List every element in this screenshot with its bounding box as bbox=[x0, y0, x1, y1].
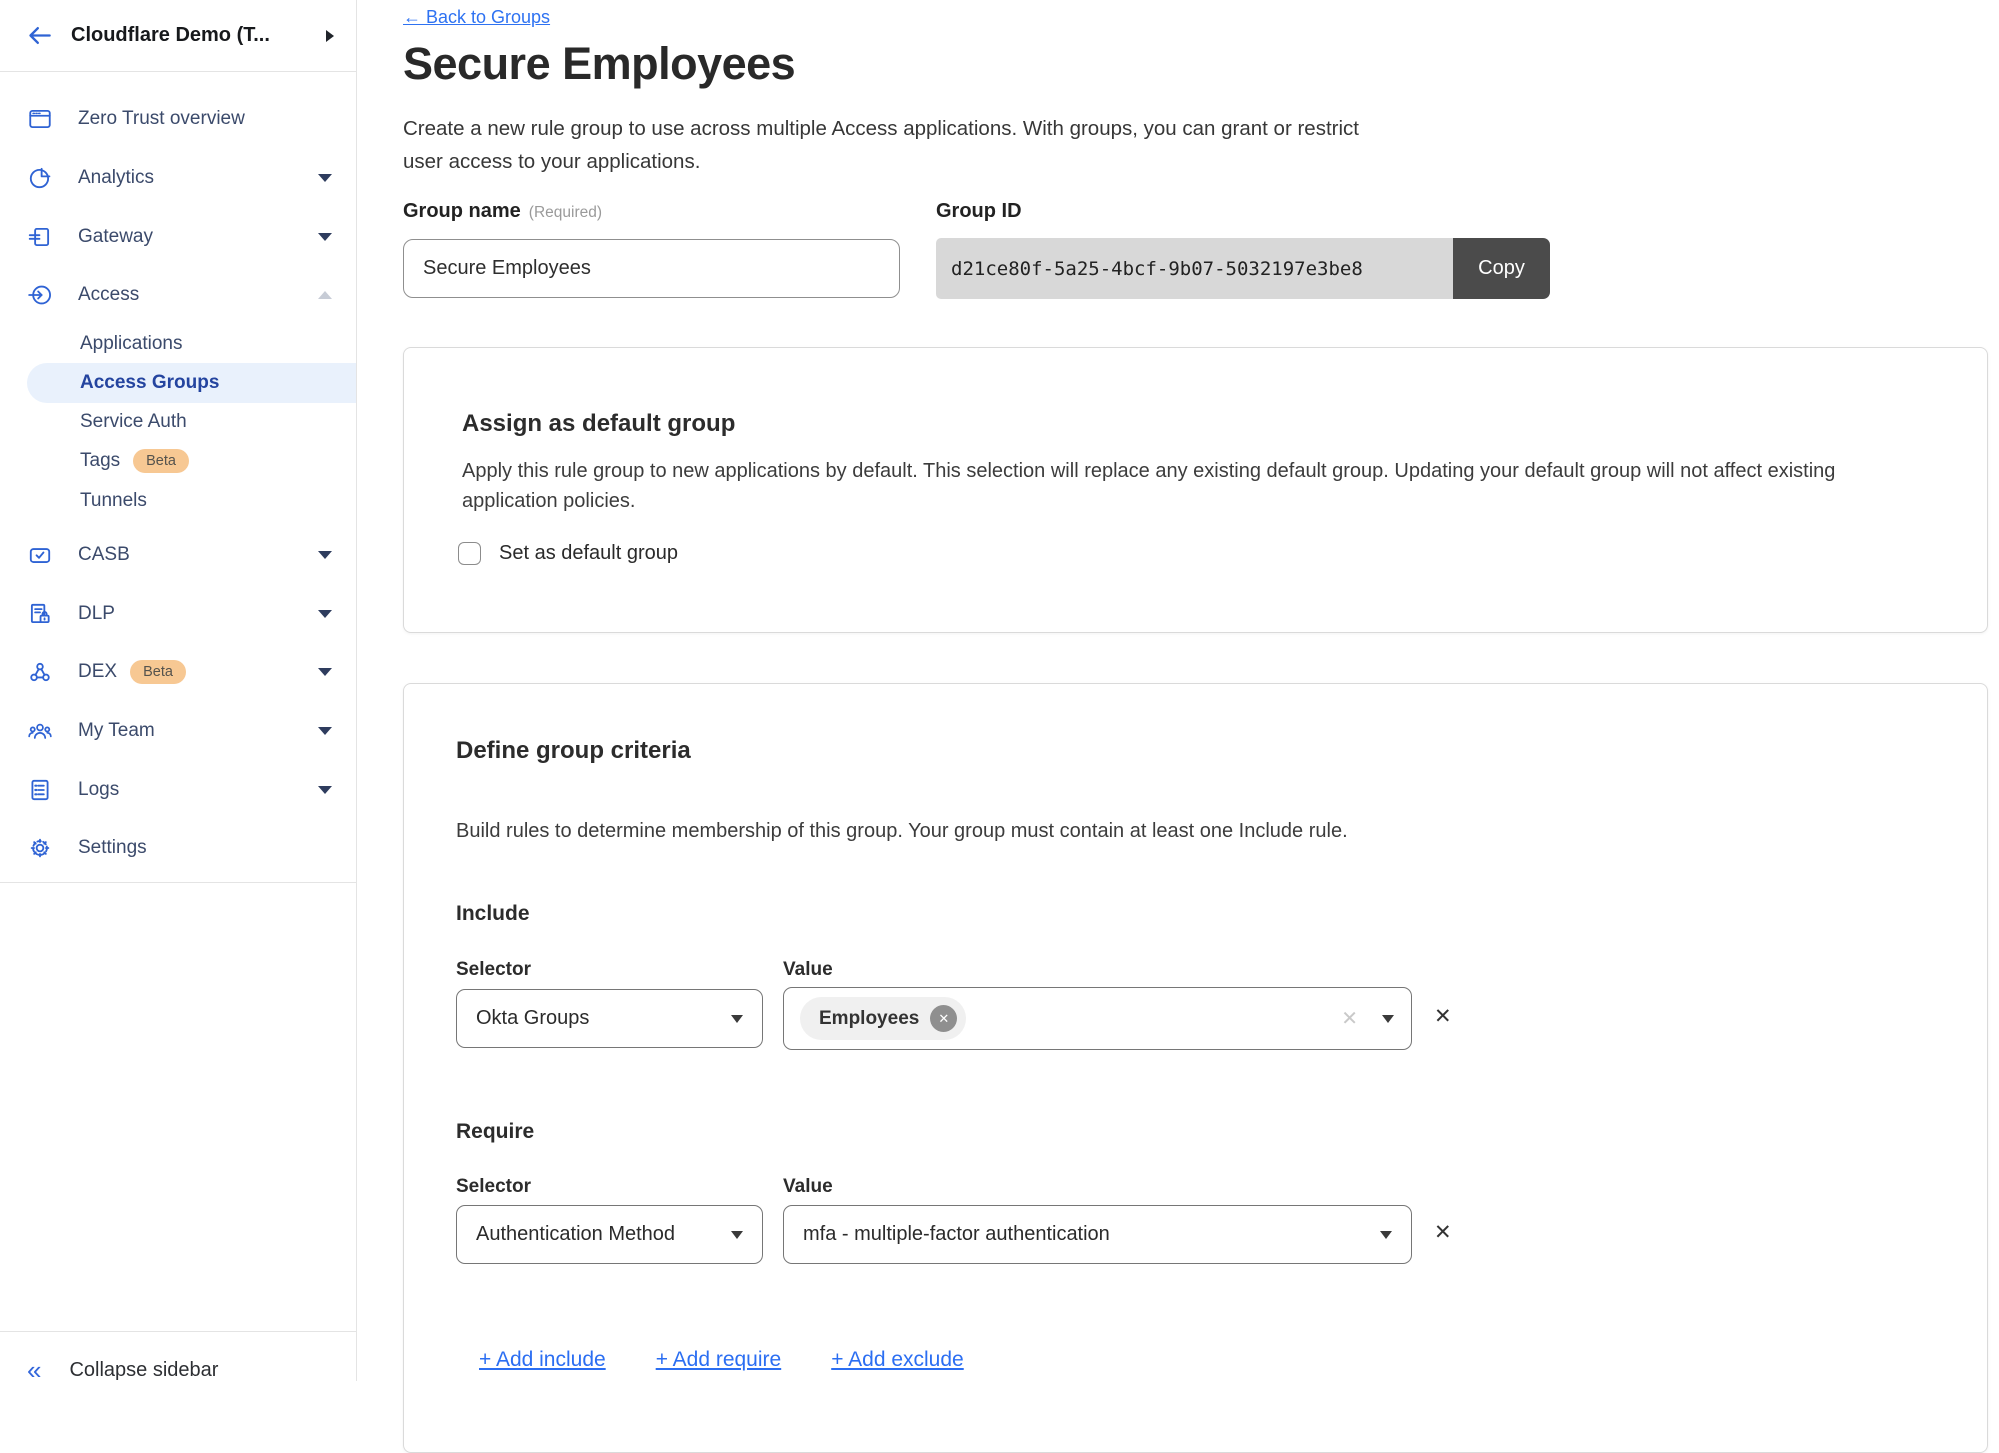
account-title: Cloudflare Demo (T... bbox=[71, 24, 308, 47]
caret-down-icon bbox=[731, 1015, 743, 1023]
sidebar-item-dlp[interactable]: DLP bbox=[0, 585, 356, 643]
window-icon bbox=[27, 106, 53, 132]
sidebar-item-access-groups[interactable]: Access Groups bbox=[27, 363, 356, 403]
sidebar-item-service-auth[interactable]: Service Auth bbox=[0, 402, 356, 442]
chevron-down-icon bbox=[318, 786, 332, 794]
sidebar-item-my-team[interactable]: My Team bbox=[0, 702, 356, 760]
include-selector-dropdown[interactable]: Okta Groups bbox=[456, 989, 763, 1048]
require-value-label: Value bbox=[783, 1176, 833, 1198]
chevron-down-icon bbox=[318, 727, 332, 735]
required-hint: (Required) bbox=[529, 204, 602, 221]
chevron-down-icon bbox=[318, 233, 332, 241]
beta-badge: Beta bbox=[133, 449, 189, 473]
pie-chart-icon bbox=[27, 165, 53, 191]
default-group-checkbox-row: Set as default group bbox=[458, 542, 678, 565]
set-default-checkbox-label[interactable]: Set as default group bbox=[499, 542, 678, 565]
include-value-multiselect[interactable]: Employees ✕ ✕ bbox=[783, 987, 1412, 1050]
sidebar-item-tags[interactable]: Tags Beta bbox=[0, 441, 356, 481]
chip-remove-icon[interactable]: ✕ bbox=[930, 1005, 957, 1032]
group-id-value: d21ce80f-5a25-4bcf-9b07-5032197e3be8 bbox=[936, 238, 1453, 299]
clear-values-icon[interactable]: ✕ bbox=[1341, 1006, 1358, 1031]
sidebar-item-logs[interactable]: Logs bbox=[0, 761, 356, 819]
chevron-down-icon bbox=[318, 668, 332, 676]
collapse-chevrons-icon: « bbox=[27, 1357, 41, 1383]
criteria-card-title: Define group criteria bbox=[456, 737, 691, 765]
criteria-card: Define group criteria Build rules to det… bbox=[403, 683, 1988, 1453]
sidebar-item-gateway[interactable]: Gateway bbox=[0, 208, 356, 266]
default-group-card: Assign as default group Apply this rule … bbox=[403, 347, 1988, 633]
sidebar-item-zero-trust-overview[interactable]: Zero Trust overview bbox=[0, 90, 356, 148]
beta-badge: Beta bbox=[130, 660, 186, 684]
set-default-checkbox[interactable] bbox=[458, 542, 481, 565]
sidebar-footer-divider bbox=[0, 1331, 356, 1332]
add-include-link[interactable]: + Add include bbox=[479, 1348, 606, 1372]
document-lock-icon bbox=[27, 601, 53, 627]
criteria-card-description: Build rules to determine membership of t… bbox=[456, 816, 1936, 846]
sidebar-header: Cloudflare Demo (T... bbox=[0, 0, 356, 72]
sidebar-item-tunnels[interactable]: Tunnels bbox=[0, 481, 356, 521]
remove-include-rule-icon[interactable]: ✕ bbox=[1434, 1004, 1452, 1029]
main-content: ← Back to Groups Secure Employees Create… bbox=[357, 0, 1999, 1381]
back-to-groups-link[interactable]: ← Back to Groups bbox=[403, 7, 550, 28]
group-id-box: d21ce80f-5a25-4bcf-9b07-5032197e3be8 Cop… bbox=[936, 238, 1550, 299]
require-heading: Require bbox=[456, 1120, 534, 1144]
sidebar-item-casb[interactable]: CASB bbox=[0, 526, 356, 584]
chevron-down-icon bbox=[318, 610, 332, 618]
chevron-down-icon bbox=[318, 174, 332, 182]
include-heading: Include bbox=[456, 902, 530, 926]
team-icon bbox=[27, 718, 53, 744]
caret-right-icon[interactable] bbox=[326, 30, 334, 42]
sidebar-item-analytics[interactable]: Analytics bbox=[0, 149, 356, 207]
page-title: Secure Employees bbox=[403, 38, 795, 90]
log-list-icon bbox=[27, 777, 53, 803]
chevron-down-icon bbox=[318, 551, 332, 559]
group-id-label: Group ID bbox=[936, 200, 1022, 223]
chevron-up-icon bbox=[318, 291, 332, 299]
default-group-card-description: Apply this rule group to new application… bbox=[462, 456, 1887, 516]
value-chip: Employees ✕ bbox=[800, 997, 966, 1040]
rule-action-links: + Add include + Add require + Add exclud… bbox=[479, 1348, 964, 1372]
include-selector-label: Selector bbox=[456, 959, 531, 981]
add-exclude-link[interactable]: + Add exclude bbox=[831, 1348, 964, 1372]
inbox-check-icon bbox=[27, 542, 53, 568]
sidebar-item-applications[interactable]: Applications bbox=[0, 324, 356, 364]
back-arrow-icon[interactable] bbox=[26, 22, 53, 49]
gear-icon bbox=[27, 835, 53, 861]
sidebar-item-settings[interactable]: Settings bbox=[0, 819, 356, 877]
default-group-card-title: Assign as default group bbox=[462, 410, 735, 438]
caret-down-icon bbox=[1380, 1231, 1392, 1239]
add-require-link[interactable]: + Add require bbox=[656, 1348, 782, 1372]
copy-button[interactable]: Copy bbox=[1453, 238, 1550, 299]
collapse-sidebar-button[interactable]: « Collapse sidebar bbox=[0, 1346, 356, 1394]
require-selector-label: Selector bbox=[456, 1176, 531, 1198]
gateway-icon bbox=[27, 224, 53, 250]
remove-require-rule-icon[interactable]: ✕ bbox=[1434, 1220, 1452, 1245]
network-nodes-icon bbox=[27, 659, 53, 685]
page-description: Create a new rule group to use across mu… bbox=[403, 112, 1388, 178]
require-value-dropdown[interactable]: mfa - multiple-factor authentication bbox=[783, 1205, 1412, 1264]
sidebar-item-dex[interactable]: DEX Beta bbox=[0, 643, 356, 701]
sidebar: Cloudflare Demo (T... Zero Trust overvie… bbox=[0, 0, 357, 1381]
caret-down-icon bbox=[1382, 1015, 1394, 1023]
require-selector-dropdown[interactable]: Authentication Method bbox=[456, 1205, 763, 1264]
login-arrow-icon bbox=[27, 282, 53, 308]
caret-down-icon bbox=[731, 1231, 743, 1239]
group-name-label: Group name(Required) bbox=[403, 200, 602, 223]
sidebar-item-access[interactable]: Access bbox=[0, 266, 356, 324]
include-value-label: Value bbox=[783, 959, 833, 981]
group-name-input[interactable] bbox=[403, 239, 900, 298]
sidebar-divider bbox=[0, 882, 356, 883]
